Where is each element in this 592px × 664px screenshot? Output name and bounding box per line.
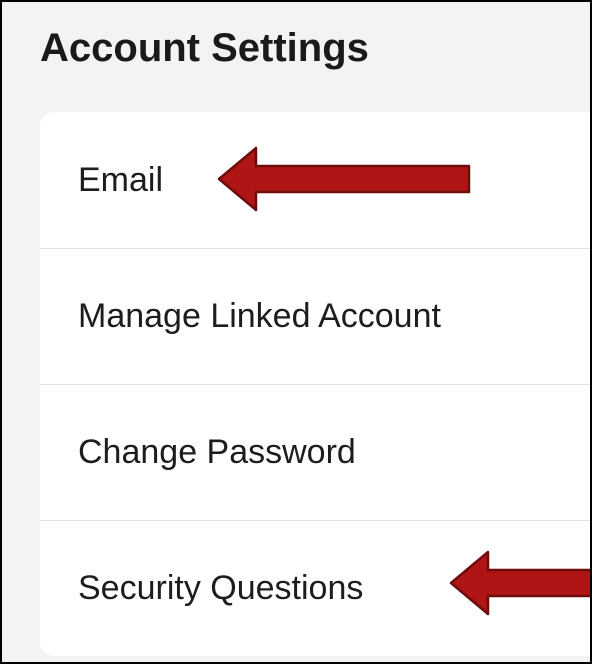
- settings-item-label: Manage Linked Account: [78, 297, 441, 335]
- settings-item-label: Change Password: [78, 433, 356, 471]
- settings-list: Email Manage Linked Account Change Passw…: [40, 112, 590, 656]
- settings-item-security-questions[interactable]: Security Questions: [40, 521, 590, 656]
- settings-item-manage-linked-account[interactable]: Manage Linked Account: [40, 249, 590, 385]
- settings-item-label: Security Questions: [78, 569, 364, 607]
- page-title: Account Settings: [40, 26, 369, 70]
- account-settings-screen: Account Settings Email Manage Linked Acc…: [0, 0, 592, 664]
- settings-item-email[interactable]: Email: [40, 112, 590, 249]
- settings-item-label: Email: [78, 160, 164, 199]
- settings-item-change-password[interactable]: Change Password: [40, 385, 590, 521]
